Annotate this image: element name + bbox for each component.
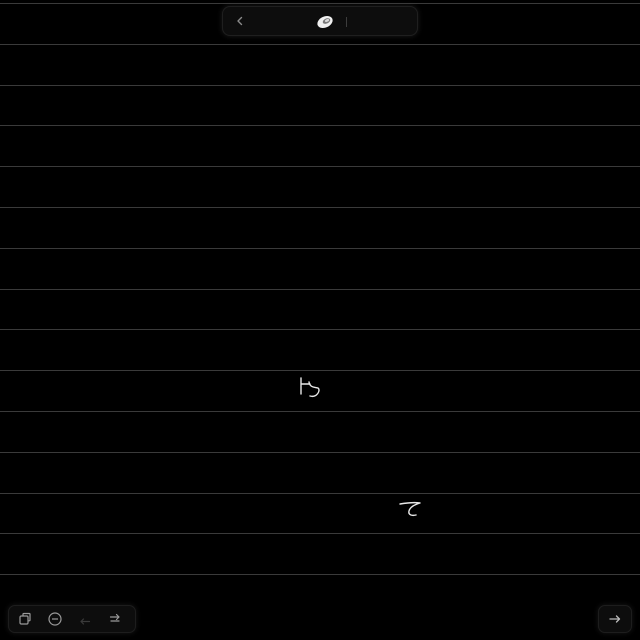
redo-icon [109,613,120,622]
next-page-button[interactable] [598,605,632,633]
ruled-line [0,166,640,167]
notebook-canvas[interactable] [0,0,640,640]
toolbar-divider [346,17,347,27]
zoom-out-icon [48,612,62,626]
ruled-line [0,370,640,371]
zoom-out-button[interactable] [45,610,65,628]
ruled-line [0,574,640,575]
ruled-line [0,289,640,290]
chevron-left-icon [237,16,243,26]
ruled-line [0,411,640,412]
ruled-line [0,207,640,208]
ruled-line [0,44,640,45]
ruled-line [0,85,640,86]
ruled-line [0,125,640,126]
eraser-tool-button[interactable] [313,11,337,33]
ruled-line [0,493,640,494]
redo-button[interactable] [105,610,125,628]
pages-button[interactable] [15,610,35,628]
back-button[interactable] [231,12,249,30]
ruled-line [0,452,640,453]
eraser-icon [317,15,333,29]
ruled-line [0,3,640,4]
undo-icon [80,618,91,625]
arrow-right-icon [609,615,621,623]
undo-button[interactable] [75,610,95,628]
ruled-line [0,533,640,534]
handwritten-character-2 [399,501,421,517]
handwritten-character-1 [300,377,320,398]
pages-icon [19,612,31,625]
ruled-line [0,329,640,330]
ruled-line [0,248,640,249]
top-toolbar [222,6,418,36]
bottom-toolbar [8,605,136,633]
